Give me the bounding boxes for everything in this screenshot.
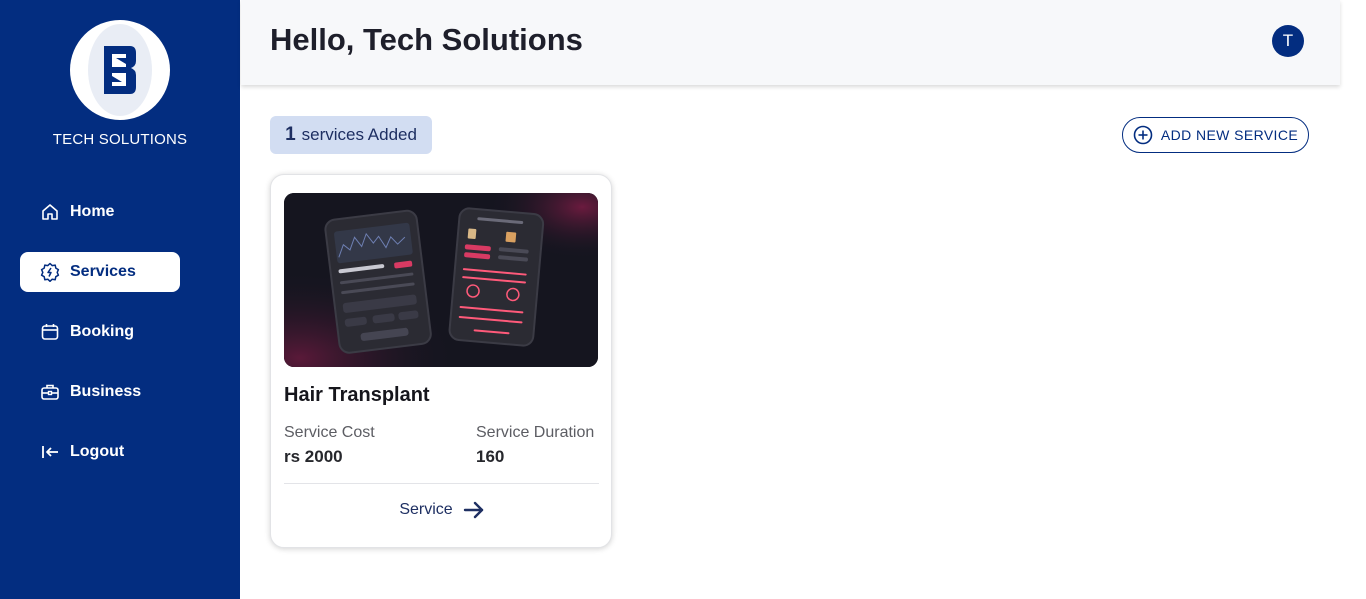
sidebar-item-business[interactable]: Business [20, 372, 180, 412]
services-count-label: services Added [301, 125, 417, 144]
page-header: Hello, Tech Solutions T [241, 0, 1340, 85]
avatar[interactable]: T [1272, 25, 1304, 57]
briefcase-icon [40, 382, 60, 402]
page-title: Hello, Tech Solutions [270, 22, 583, 57]
sidebar-item-label: Booking [70, 323, 134, 340]
sidebar-item-home[interactable]: Home [20, 192, 180, 232]
plus-circle-icon [1133, 125, 1153, 145]
services-count-badge: 1 services Added [270, 116, 432, 154]
logo-b-icon [104, 46, 136, 94]
services-count: 1 [285, 124, 296, 145]
service-image [284, 193, 598, 367]
sidebar-item-logout[interactable]: Logout [20, 432, 180, 472]
sidebar-item-booking[interactable]: Booking [20, 312, 180, 352]
service-card[interactable]: Hair Transplant Service Cost rs 2000 Ser… [270, 174, 612, 548]
arrow-right-icon [463, 501, 485, 519]
brand-name: TECH SOLUTIONS [52, 131, 188, 148]
service-cost-value: rs 2000 [284, 447, 343, 466]
home-icon [40, 202, 60, 222]
sidebar-item-label: Home [70, 203, 115, 220]
service-duration-label: Service Duration [476, 424, 595, 441]
service-link-label: Service [399, 501, 453, 518]
sidebar-item-label: Business [70, 383, 142, 400]
service-link[interactable]: Service [271, 501, 613, 519]
service-duration-value: 160 [476, 447, 505, 466]
sidebar-item-label: Services [70, 263, 136, 280]
brand-logo [70, 20, 170, 120]
sidebar-item-services[interactable]: Services [20, 252, 180, 292]
logout-icon [40, 442, 60, 462]
sidebar-item-label: Logout [70, 443, 125, 460]
service-cost-label: Service Cost [284, 424, 375, 441]
card-divider [284, 483, 599, 484]
add-new-service-label: ADD NEW SERVICE [1160, 127, 1299, 143]
service-title: Hair Transplant [284, 384, 430, 406]
sidebar: TECH SOLUTIONS Home Services Booking Bus… [0, 0, 240, 599]
add-new-service-button[interactable]: ADD NEW SERVICE [1122, 117, 1309, 153]
gear-icon [40, 262, 60, 282]
calendar-icon [40, 322, 60, 342]
